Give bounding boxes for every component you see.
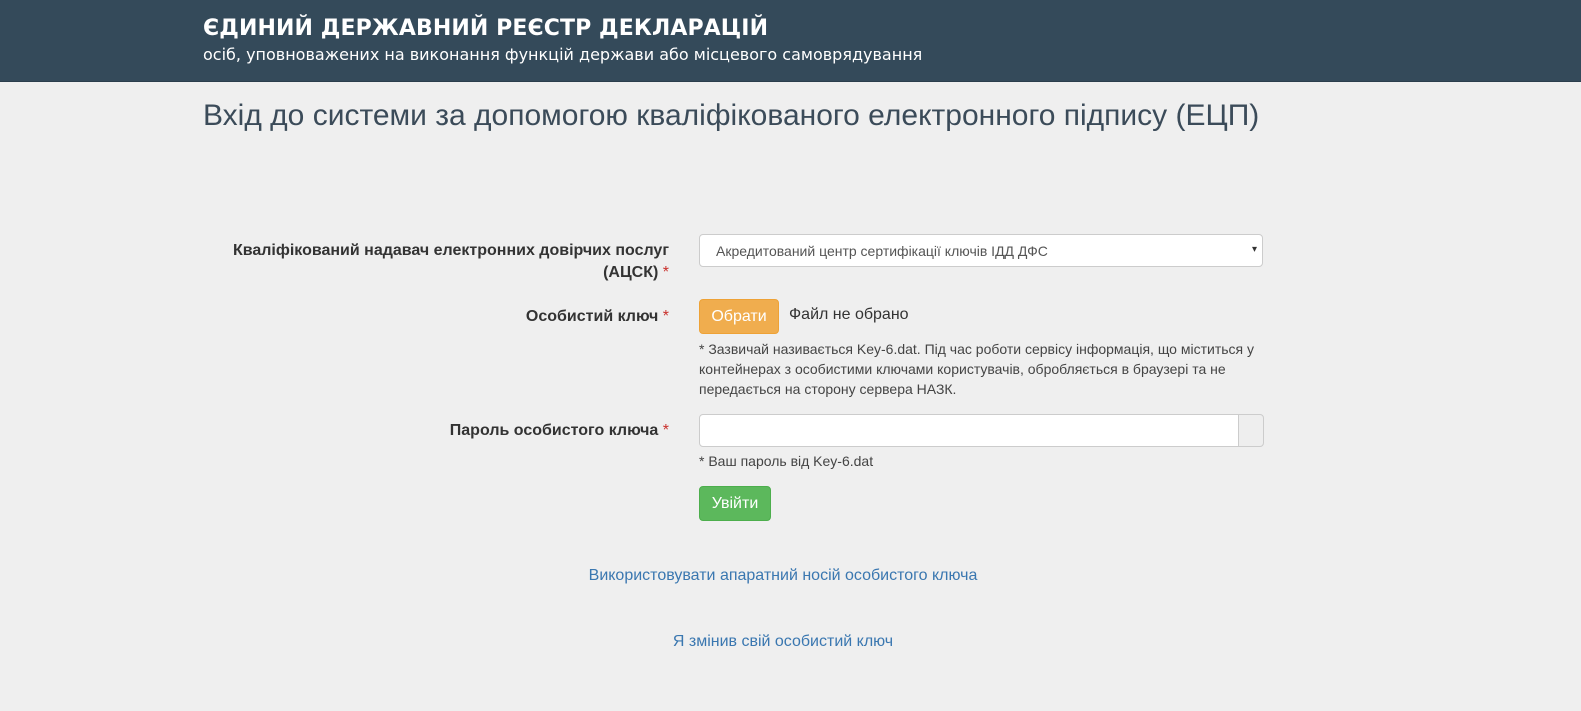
provider-label-line1: Кваліфікований надавач електронних довір… <box>232 242 669 259</box>
login-button[interactable]: Увійти <box>699 486 771 521</box>
key-help-text: * Зазвичай називається Key-6.dat. Під ча… <box>699 339 1259 399</box>
key-label: Особистий ключ * <box>526 306 669 328</box>
key-help-line1: * Зазвичай називається Key-6.dat. Під ча… <box>699 341 1254 357</box>
provider-label-line2: (АЦСК) <box>603 264 659 281</box>
provider-label: Кваліфікований надавач електронних довір… <box>233 240 669 284</box>
provider-select[interactable]: Акредитований центр сертифікації ключів … <box>699 234 1263 267</box>
choose-file-button[interactable]: Обрати <box>699 299 779 334</box>
password-field[interactable] <box>699 414 1239 447</box>
changed-key-link[interactable]: Я змінив свій особистий ключ <box>0 633 1566 651</box>
password-toggle[interactable] <box>1238 414 1264 447</box>
password-help: * Ваш пароль від Key-6.dat <box>699 453 874 469</box>
page-title: Вхід до системи за допомогою кваліфікова… <box>203 99 1260 132</box>
registry-subtitle: осіб, уповноважених на виконання функцій… <box>203 45 923 64</box>
site-header: ЄДИНИЙ ДЕРЖАВНИЙ РЕЄСТР ДЕКЛАРАЦІЙ осіб,… <box>0 0 1581 82</box>
key-label-text: Особистий ключ <box>525 308 659 325</box>
provider-required-mark: * <box>662 264 669 281</box>
key-help-line3: передається на сторону сервера НАЗК. <box>699 381 957 397</box>
provider-select-value: Акредитований центр сертифікації ключів … <box>716 243 1048 259</box>
chevron-down-icon: ▾ <box>1251 244 1257 255</box>
password-required-mark: * <box>662 422 669 439</box>
key-required-mark: * <box>662 308 669 325</box>
registry-title: ЄДИНИЙ ДЕРЖАВНИЙ РЕЄСТР ДЕКЛАРАЦІЙ <box>203 16 769 41</box>
password-label: Пароль особистого ключа * <box>450 420 669 442</box>
hardware-key-link[interactable]: Використовувати апаратний носій особисто… <box>0 567 1566 585</box>
key-help-line2: контейнерах з особистими ключами користу… <box>699 361 1226 377</box>
password-label-text: Пароль особистого ключа <box>449 422 659 439</box>
file-status: Файл не обрано <box>789 306 909 323</box>
